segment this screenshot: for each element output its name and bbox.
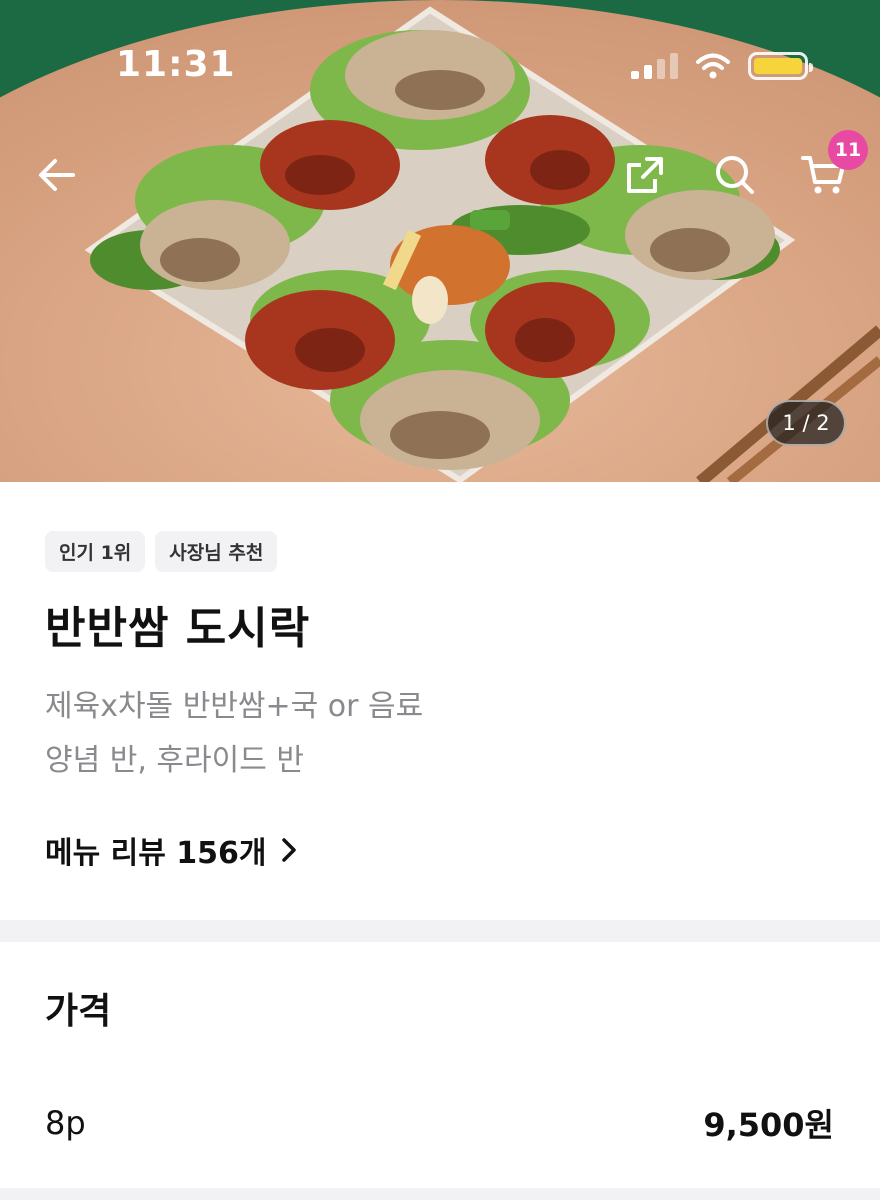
signal-icon bbox=[631, 53, 678, 79]
price-section-title: 가격 bbox=[45, 991, 112, 1032]
price-value: 9,500원 bbox=[703, 1106, 834, 1144]
wifi-icon bbox=[696, 53, 730, 79]
arrow-left-icon bbox=[39, 159, 75, 191]
status-icons bbox=[631, 52, 813, 80]
tag-popular: 인기 1위 bbox=[45, 531, 146, 572]
product-description: 제육x차돌 반반쌈+국 or 음료 양념 반, 후라이드 반 bbox=[45, 680, 423, 788]
section-divider-bottom bbox=[0, 1188, 880, 1200]
product-tags: 인기 1위 사장님 추천 bbox=[45, 531, 278, 572]
chevron-right-icon bbox=[281, 838, 296, 862]
description-line: 제육x차돌 반반쌈+국 or 음료 bbox=[45, 689, 424, 724]
share-icon bbox=[627, 157, 663, 193]
price-option-row[interactable]: 8p 9,500원 bbox=[45, 1100, 834, 1146]
back-button[interactable] bbox=[22, 140, 92, 210]
tag-owner-pick: 사장님 추천 bbox=[155, 531, 278, 572]
battery-icon bbox=[748, 52, 813, 80]
section-divider bbox=[0, 920, 880, 942]
search-icon bbox=[716, 156, 754, 194]
share-button[interactable] bbox=[610, 140, 680, 210]
price-option-label: 8p bbox=[45, 1104, 86, 1142]
gallery-indicator: 1 / 2 bbox=[766, 400, 846, 446]
menu-reviews-link[interactable]: 메뉴 리뷰 156개 bbox=[45, 828, 297, 872]
description-line: 양념 반, 후라이드 반 bbox=[45, 743, 304, 778]
product-photo[interactable]: 11:31 11 1 / 2 bbox=[0, 0, 880, 482]
search-button[interactable] bbox=[700, 140, 770, 210]
status-time: 11:31 bbox=[116, 44, 236, 85]
product-title: 반반쌈 도시락 bbox=[45, 603, 311, 654]
cart-count-badge: 11 bbox=[828, 130, 868, 170]
reviews-label: 메뉴 리뷰 156개 bbox=[45, 836, 267, 871]
